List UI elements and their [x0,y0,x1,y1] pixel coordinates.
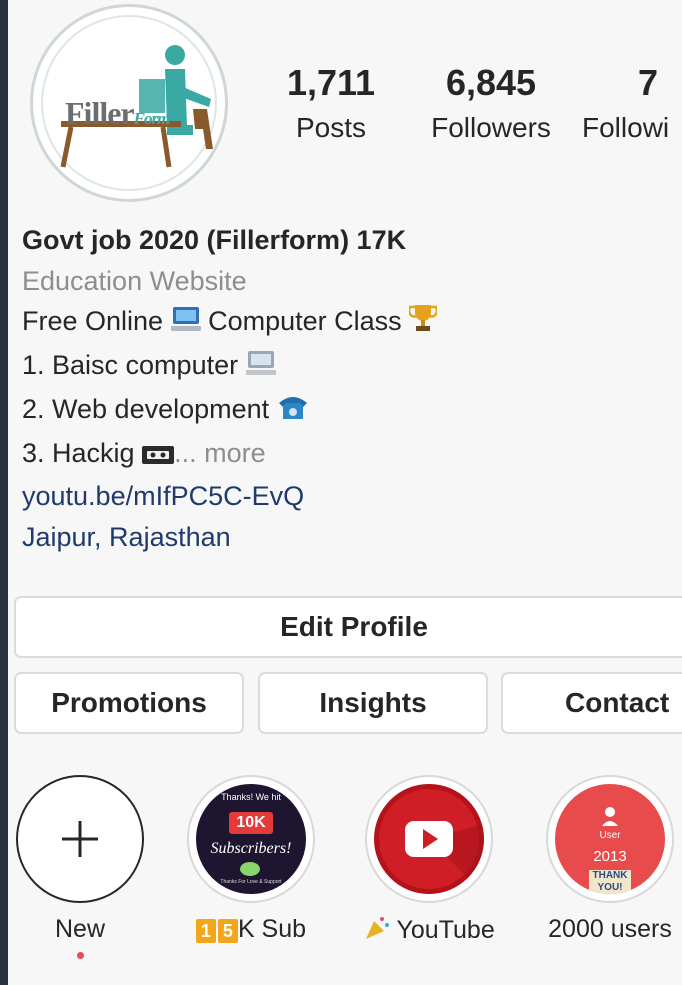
posts-count: 1,711 [286,62,376,103]
highlight-ring [365,775,493,903]
cover-user-label: User [599,830,621,841]
caption-rest: K Sub [237,915,307,943]
posts-label: Posts [295,112,367,143]
party-popper-icon [364,915,390,948]
following-label: Followi [582,112,670,143]
highlight-caption: New [54,915,105,943]
following-count: 7 [638,62,659,103]
bio-line-3: 2. Web development [22,389,672,433]
avatar-logo-text: FillerForm [65,95,170,131]
keycap-digit-five: 5 [217,919,238,943]
bio-line-4: 3. Hackig ... more [22,433,672,477]
posts-stat[interactable]: 1,711 Posts [276,62,386,144]
bio-line-2: 1. Baisc computer [22,345,672,389]
highlight-15k-sub[interactable]: Thanks! We hit 10K Subscribers! Thanks F… [186,775,316,944]
highlight-caption: YouTube [364,915,495,948]
new-notification-dot [76,952,84,959]
bio-line-1: Free Online Computer Class [22,301,672,345]
followers-label: Followers [431,112,551,143]
profile-screen: FillerForm 1,711 Posts 6,845 Followers 7… [8,0,682,985]
computer-icon [170,304,201,345]
following-stat[interactable]: 7 Followi [582,62,682,144]
trophy-icon [408,303,439,345]
more-link[interactable]: ... more [174,438,266,468]
contact-button[interactable]: Contact [501,672,682,734]
profile-bio: Govt job 2020 (Fillerform) 17K Education… [22,220,672,558]
cover-year: 2013 [593,848,627,865]
highlight-caption: 15K Sub [186,915,316,944]
insights-button[interactable]: Insights [258,672,488,734]
cover-top-text: Thanks! We hit [221,792,281,802]
computer-icon [245,348,276,389]
edit-profile-button[interactable]: Edit Profile [14,596,682,658]
avatar-logo: FillerForm [41,15,217,191]
highlight-cover-10k: Thanks! We hit 10K Subscribers! Thanks F… [196,784,306,894]
videocassette-icon [142,436,175,477]
highlight-caption: 2000 users [548,915,672,943]
telephone-icon [277,392,309,433]
profile-name: Govt job 2020 (Fillerform) 17K [22,225,407,255]
profile-website-link[interactable]: youtu.be/mIfPC5C-EvQ [22,476,672,517]
promotions-button[interactable]: Promotions [14,672,244,734]
highlight-new[interactable]: New [15,775,145,959]
plus-icon [62,821,98,857]
highlight-cover-users: User 2013 THANK YOU! [555,784,665,894]
highlight-youtube[interactable]: YouTube [364,775,495,948]
followers-count: 6,845 [445,62,537,103]
cover-logo-icon [240,862,260,876]
highlight-ring: User 2013 THANK YOU! [546,775,674,903]
highlight-ring: Thanks! We hit 10K Subscribers! Thanks F… [187,775,315,903]
cover-small-text: Thanks For Love & Support [220,879,282,885]
highlight-cover-youtube [374,784,484,894]
cover-badge: 10K [229,812,273,834]
new-highlight-ring [16,775,144,903]
keycap-digit-one: 1 [195,919,216,943]
cover-thank-sticker: THANK YOU! [589,870,631,894]
followers-stat[interactable]: 6,845 Followers [416,62,566,144]
highlight-2000-users[interactable]: User 2013 THANK YOU! 2000 users [540,775,680,944]
profile-location[interactable]: Jaipur, Rajasthan [22,517,672,558]
cover-script-text: Subscribers! [210,840,292,857]
profile-category: Education Website [22,265,247,296]
youtube-play-icon [379,789,484,894]
profile-avatar[interactable]: FillerForm [30,4,228,202]
